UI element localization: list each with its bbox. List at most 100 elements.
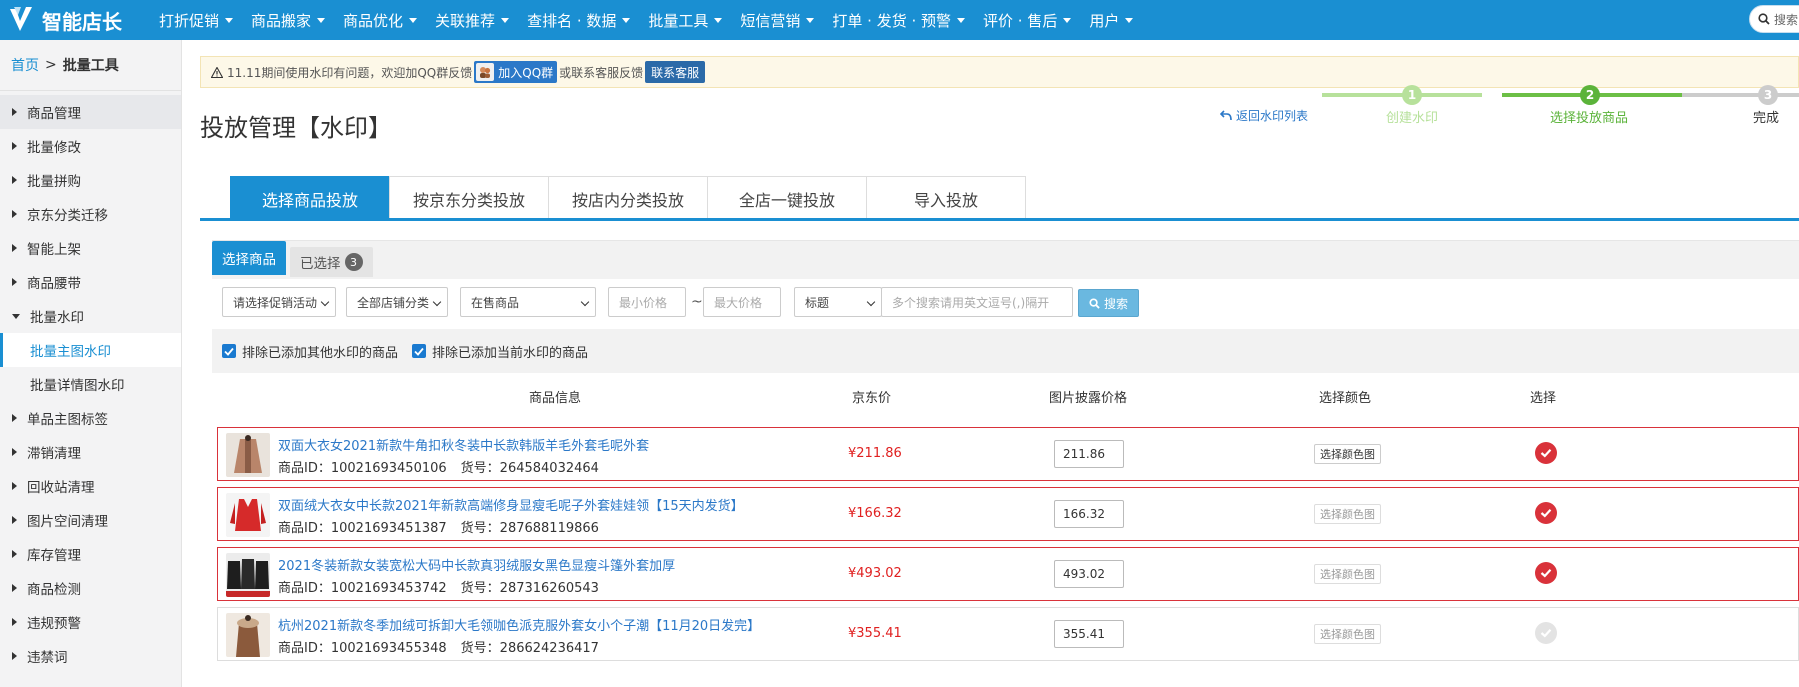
notice-text-middle: 或联系客服反馈 [559, 65, 644, 80]
tabs-underline [200, 218, 1799, 221]
chevron-down-icon [580, 297, 590, 307]
nav-item-1[interactable]: 商品搬家 [242, 0, 334, 40]
nav-item-8[interactable]: 评价 · 售后 [974, 0, 1080, 40]
min-price-input[interactable]: 最小价格 [608, 287, 686, 317]
product-title-link[interactable]: 杭州2021新款冬季加绒可拆卸大毛领咖色派克服外套女小个子潮【11月20日发完】 [278, 615, 760, 634]
nav-item-label: 批量工具 [648, 11, 709, 30]
sidebar-item-11[interactable]: 库存管理 [0, 537, 181, 571]
sidebar-item-3[interactable]: 京东分类迁移 [0, 197, 181, 231]
nav-item-2[interactable]: 商品优化 [334, 0, 426, 40]
breadcrumb-current: 批量工具 [62, 58, 119, 74]
app-logo[interactable]: 智能店长 [8, 5, 150, 35]
search-field-select[interactable]: 标题 [794, 287, 882, 317]
promo-activity-select[interactable]: 请选择促销活动 [222, 287, 336, 317]
select-color-image-button[interactable]: 选择颜色图 [1314, 624, 1381, 644]
sidebar-item-12[interactable]: 商品检测 [0, 571, 181, 605]
sidebar-item-7[interactable]: 单品主图标签 [0, 401, 181, 435]
product-id-label: 商品ID： [278, 461, 331, 476]
checked-circle-icon[interactable] [1535, 502, 1557, 524]
top-search-input[interactable]: 搜索 [1749, 5, 1799, 33]
tab-3[interactable]: 全店一键投放 [707, 176, 867, 220]
product-thumbnail [226, 493, 270, 537]
back-to-watermark-list-link[interactable]: 返回水印列表 [1220, 107, 1308, 124]
table-row[interactable]: 杭州2021新款冬季加绒可拆卸大毛领咖色派克服外套女小个子潮【11月20日发完】… [217, 607, 1799, 661]
table-row[interactable]: 双面绒大衣女中长款2021年新款高端修身显瘦毛呢子外套娃娃领【15天内发货】 商品… [217, 487, 1799, 541]
product-id-label: 商品ID： [278, 581, 331, 596]
product-meta: 商品ID：10021693450106 货号：264584032464 [278, 457, 599, 476]
image-price-input[interactable]: 355.41 [1054, 620, 1124, 648]
sidebar-item-4[interactable]: 智能上架 [0, 231, 181, 265]
nav-item-0[interactable]: 打折促销 [150, 0, 242, 40]
caret-down-icon [225, 17, 234, 23]
tab-0[interactable]: 选择商品投放 [230, 176, 390, 220]
nav-item-6[interactable]: 短信营销 [731, 0, 823, 40]
search-button[interactable]: 搜索 [1078, 289, 1140, 317]
chevron-down-icon [320, 297, 330, 307]
sidebar-item-8[interactable]: 滞销清理 [0, 435, 181, 469]
table-row[interactable]: 双面大衣女2021新款牛角扣秋冬装中长款韩版羊毛外套毛呢外套 商品ID：10021… [217, 427, 1799, 481]
breadcrumb-home-link[interactable]: 首页 [11, 55, 39, 75]
nav-item-label: 用户 [1089, 11, 1120, 30]
sidebar-item-label: 商品检测 [27, 582, 81, 598]
step-3-label: 完成 [1753, 111, 1780, 126]
sidebar-item-13[interactable]: 违规预警 [0, 605, 181, 639]
sidebar-item-label: 库存管理 [27, 548, 81, 564]
caret-down-icon [714, 17, 723, 23]
product-sku-label: 货号： [460, 521, 500, 536]
product-meta: 商品ID：10021693453742 货号：287316260543 [278, 577, 599, 596]
sidebar-subitem-6-0[interactable]: 批量主图水印 [0, 333, 181, 367]
keyword-search-input[interactable]: 多个搜索请用英文逗号(,)隔开 [881, 287, 1073, 317]
subtab-selected-label: 已选择 [300, 256, 341, 272]
checked-circle-icon[interactable] [1535, 562, 1557, 584]
nav-item-9[interactable]: 用户 [1080, 0, 1142, 40]
sidebar-item-5[interactable]: 商品腰带 [0, 265, 181, 299]
nav-item-3[interactable]: 关联推荐 [426, 0, 518, 40]
exclude-checkbox-1[interactable]: 排除已添加当前水印的商品 [412, 342, 588, 361]
caret-right-icon [12, 652, 17, 660]
image-price-input[interactable]: 211.86 [1054, 440, 1124, 468]
table-row[interactable]: 2021冬装新款女装宽松大码中长款真羽绒服女黑色显瘦斗篷外套加厚 商品ID：100… [217, 547, 1799, 601]
product-title-link[interactable]: 2021冬装新款女装宽松大码中长款真羽绒服女黑色显瘦斗篷外套加厚 [278, 555, 675, 574]
top-search-placeholder: 搜索 [1774, 12, 1799, 27]
caret-down-icon [409, 17, 418, 23]
select-color-image-button[interactable]: 选择颜色图 [1314, 564, 1381, 584]
subtab-select-products[interactable]: 选择商品 [212, 241, 286, 275]
sidebar-subitem-6-1[interactable]: 批量详情图水印 [0, 367, 181, 401]
checked-circle-icon[interactable] [1535, 442, 1557, 464]
caret-right-icon [12, 176, 17, 184]
product-title-link[interactable]: 双面绒大衣女中长款2021年新款高端修身显瘦毛呢子外套娃娃领【15天内发货】 [278, 495, 744, 514]
sidebar-item-10[interactable]: 图片空间清理 [0, 503, 181, 537]
nav-item-4[interactable]: 查排名 · 数据 [518, 0, 639, 40]
shop-category-select[interactable]: 全部店铺分类 [346, 287, 448, 317]
product-thumbnail [226, 613, 270, 657]
join-qq-group-button[interactable]: 加入QQ群 [474, 61, 558, 83]
image-price-input[interactable]: 166.32 [1054, 500, 1124, 528]
tab-4[interactable]: 导入投放 [866, 176, 1026, 220]
max-price-input[interactable]: 最大价格 [703, 287, 781, 317]
nav-item-label: 打单 · 发货 · 预警 [832, 11, 952, 30]
sidebar-item-14[interactable]: 违禁词 [0, 639, 181, 673]
product-title-link[interactable]: 双面大衣女2021新款牛角扣秋冬装中长款韩版羊毛外套毛呢外套 [278, 435, 649, 454]
search-button-label: 搜索 [1104, 296, 1129, 311]
caret-right-icon [12, 618, 17, 626]
sidebar-item-0[interactable]: 商品管理 [0, 95, 181, 129]
select-color-image-button[interactable]: 选择颜色图 [1314, 444, 1381, 464]
sidebar-item-6[interactable]: 批量水印 [0, 299, 181, 333]
image-price-input[interactable]: 493.02 [1054, 560, 1124, 588]
tab-2[interactable]: 按店内分类投放 [548, 176, 708, 220]
step-3-dot: 3 [1758, 85, 1778, 105]
contact-service-button[interactable]: 联系客服 [645, 61, 706, 83]
nav-item-5[interactable]: 批量工具 [639, 0, 731, 40]
nav-item-7[interactable]: 打单 · 发货 · 预警 [823, 0, 974, 40]
select-color-image-button[interactable]: 选择颜色图 [1314, 504, 1381, 524]
tab-1[interactable]: 按京东分类投放 [389, 176, 549, 220]
sidebar-item-1[interactable]: 批量修改 [0, 129, 181, 163]
join-qq-group-label: 加入QQ群 [498, 65, 554, 80]
sidebar-item-9[interactable]: 回收站清理 [0, 469, 181, 503]
sidebar-item-2[interactable]: 批量拼购 [0, 163, 181, 197]
exclude-checkbox-0[interactable]: 排除已添加其他水印的商品 [222, 342, 398, 361]
product-status-select[interactable]: 在售商品 [460, 287, 596, 317]
subtab-selected-products[interactable]: 已选择 3 [290, 247, 373, 277]
placement-tabs: 选择商品投放 按京东分类投放 按店内分类投放 全店一键投放 导入投放 [230, 176, 1026, 220]
unchecked-circle-icon[interactable] [1535, 622, 1557, 644]
